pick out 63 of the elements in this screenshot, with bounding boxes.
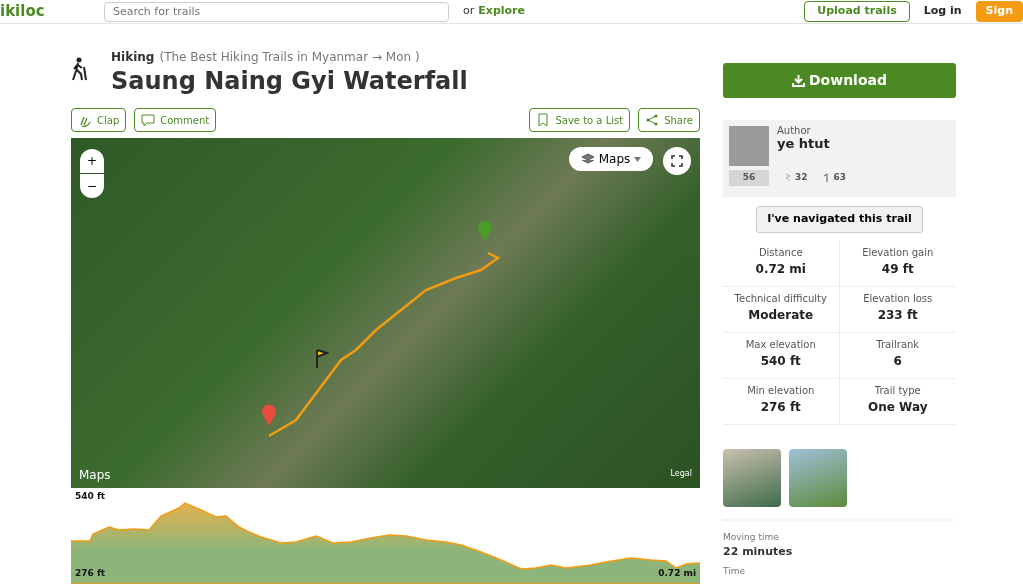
explore-link[interactable]: Explore <box>478 3 525 20</box>
detail-value: 22 minutes <box>723 544 794 560</box>
bookmark-icon <box>536 113 551 127</box>
maps-attribution: Maps <box>79 467 111 484</box>
caret-icon <box>634 156 642 162</box>
trail-photo[interactable] <box>723 448 781 507</box>
trail-icon <box>823 173 830 183</box>
activity-label: Hiking <box>111 49 155 64</box>
stat-value: 6 <box>892 352 903 370</box>
rank-label: 56 <box>729 170 769 186</box>
zoom-out-button[interactable]: − <box>80 174 104 198</box>
logo[interactable]: ikiloc <box>0 0 90 23</box>
breadcrumb[interactable]: (The Best Hiking Trails in Myanmar → Mon ) <box>159 49 420 64</box>
stat-label: Max elevation <box>744 337 817 352</box>
stat-value: 233 ft <box>876 306 919 324</box>
zoom-in-button[interactable]: + <box>80 149 104 173</box>
clap-button[interactable]: Clap <box>71 108 127 132</box>
stat-value: 540 ft <box>759 352 802 370</box>
distance-label: 0.72 mi <box>658 566 696 580</box>
min-elevation-label: 276 ft <box>75 566 106 580</box>
fullscreen-icon <box>671 155 683 167</box>
stat-value: One Way <box>867 398 929 416</box>
flag-icon <box>315 348 329 370</box>
trail-photo[interactable] <box>789 448 847 507</box>
comment-button[interactable]: Comment <box>134 108 217 132</box>
author-name[interactable]: ye htut <box>777 136 830 151</box>
legal-link[interactable]: Legal <box>670 468 692 480</box>
navigated-button[interactable]: I've navigated this trail <box>756 206 923 233</box>
share-icon <box>645 113 660 127</box>
stat-label: Trailrank <box>875 337 921 352</box>
login-link[interactable]: Log in <box>923 3 962 20</box>
search-field[interactable]: Search for trails <box>104 1 449 22</box>
stat-value: 49 ft <box>880 260 915 278</box>
stat-value: 0.72 mi <box>754 260 807 278</box>
stat-label: Elevation gain <box>861 245 935 260</box>
upload-trails-button[interactable]: Upload trails <box>804 1 910 22</box>
stat-label: Distance <box>757 245 804 260</box>
stat-label: Trail type <box>873 383 922 398</box>
download-icon <box>792 74 805 87</box>
author-card: Author ye htut 56 32 63 <box>723 120 956 197</box>
satellite-map[interactable]: + − Maps Maps Legal <box>71 138 700 488</box>
share-button[interactable]: Share <box>638 108 700 132</box>
stat-label: Elevation loss <box>862 291 934 306</box>
map-layer-button[interactable]: Maps <box>569 147 653 171</box>
hiker-icon <box>71 57 87 81</box>
stat-value: Moderate <box>747 306 815 324</box>
max-elevation-label: 540 ft <box>75 490 106 503</box>
speech-bubble-icon <box>141 113 156 127</box>
author-caption: Author <box>777 126 812 137</box>
detail-label: Time <box>723 564 747 578</box>
fullscreen-button[interactable] <box>663 147 691 175</box>
stat-value: 276 ft <box>759 398 802 416</box>
trail-title: Saung Naing Gyi Waterfall <box>111 67 468 95</box>
layers-icon <box>580 153 595 165</box>
end-marker-icon <box>477 220 493 242</box>
stat-label: Min elevation <box>746 383 816 398</box>
detail-label: Moving time <box>723 530 780 544</box>
save-button[interactable]: Save to a List <box>529 108 631 132</box>
download-button[interactable]: Download <box>723 63 956 98</box>
start-marker-icon <box>261 404 277 426</box>
followers-icon <box>785 173 791 183</box>
or-text: or <box>463 3 475 20</box>
stat-label: Technical difficulty <box>733 291 828 306</box>
